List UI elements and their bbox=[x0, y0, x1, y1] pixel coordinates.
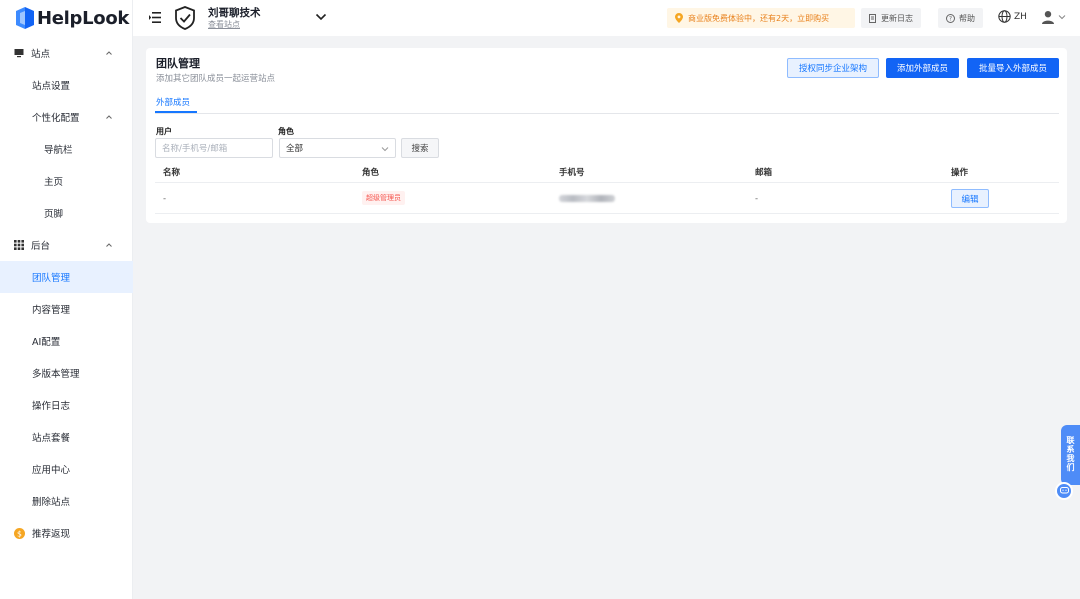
user-filter-label: 用户 bbox=[156, 127, 172, 136]
top-header: 刘哥聊技术 查看站点 商业版免费体验中，还有2天，立即购买 更新日志 ? 帮助 … bbox=[133, 0, 1080, 36]
tab-external-members[interactable]: 外部成员 bbox=[156, 96, 190, 108]
team-management-panel: 团队管理 添加其它团队成员一起运营站点 授权同步企业架构 添加外部成员 批量导入… bbox=[146, 48, 1067, 223]
sidebar-nav: 站点 站点设置 个性化配置 导航栏 主页 页脚 后台 团队管理 内容管理 AI配… bbox=[0, 37, 133, 549]
sidebar-item-delete-site[interactable]: 删除站点 bbox=[0, 485, 133, 517]
sidebar-item-personalize[interactable]: 个性化配置 bbox=[0, 101, 133, 133]
sidebar-item-homepage[interactable]: 主页 bbox=[0, 165, 133, 197]
page-subtitle: 添加其它团队成员一起运营站点 bbox=[156, 74, 276, 84]
help-icon: ? bbox=[946, 13, 955, 23]
cell-email: - bbox=[755, 194, 759, 204]
sidebar-group-label: 后台 bbox=[31, 241, 51, 252]
phone-redacted bbox=[559, 195, 615, 202]
edit-button[interactable]: 编辑 bbox=[951, 189, 989, 208]
role-select[interactable]: 全部 bbox=[279, 138, 396, 158]
promo-text: 商业版免费体验中，还有2天，立即购买 bbox=[688, 13, 830, 23]
tab-divider bbox=[155, 113, 1059, 114]
sidebar-item-label: 应用中心 bbox=[32, 465, 71, 476]
bulk-import-button[interactable]: 批量导入外部成员 bbox=[967, 58, 1059, 78]
globe-icon bbox=[998, 10, 1011, 23]
sidebar-item-logs[interactable]: 操作日志 bbox=[0, 389, 133, 421]
sidebar-group-admin[interactable]: 后台 bbox=[0, 229, 133, 261]
sidebar-item-plans[interactable]: 站点套餐 bbox=[0, 421, 133, 453]
sidebar-item-label: 站点设置 bbox=[32, 81, 71, 92]
sidebar-item-label: 多版本管理 bbox=[32, 369, 80, 380]
role-select-value: 全部 bbox=[286, 144, 304, 154]
document-icon bbox=[869, 13, 876, 23]
contact-us-widget[interactable]: 联系我们 bbox=[1061, 425, 1080, 485]
column-header-name: 名称 bbox=[163, 168, 181, 178]
sidebar-item-site-settings[interactable]: 站点设置 bbox=[0, 69, 133, 101]
sidebar-item-label: 站点套餐 bbox=[32, 433, 71, 444]
brand-name: HelpLook bbox=[37, 7, 130, 29]
search-button[interactable]: 搜索 bbox=[401, 138, 439, 158]
sidebar-item-label: 主页 bbox=[44, 177, 64, 188]
user-menu[interactable] bbox=[1041, 10, 1066, 24]
coin-icon: $ bbox=[14, 527, 25, 539]
column-header-actions: 操作 bbox=[951, 168, 969, 178]
role-badge: 超级管理员 bbox=[362, 191, 405, 205]
location-pin-icon bbox=[675, 13, 683, 23]
sidebar-item-label: 推荐返现 bbox=[32, 529, 71, 540]
chevron-down-icon bbox=[1058, 15, 1066, 20]
chat-bubble-icon[interactable] bbox=[1055, 482, 1073, 500]
sidebar-item-ai[interactable]: AI配置 bbox=[0, 325, 133, 357]
changelog-label: 更新日志 bbox=[881, 13, 913, 23]
sidebar-item-label: 页脚 bbox=[44, 209, 64, 220]
column-header-role: 角色 bbox=[362, 168, 380, 178]
site-name: 刘哥聊技术 bbox=[208, 7, 261, 19]
help-button[interactable]: ? 帮助 bbox=[938, 8, 983, 28]
sidebar-item-content[interactable]: 内容管理 bbox=[0, 293, 133, 325]
table-row: - 超级管理员 - 编辑 bbox=[155, 184, 1059, 214]
contact-us-label: 联系我们 bbox=[1066, 436, 1075, 472]
changelog-button[interactable]: 更新日志 bbox=[861, 8, 921, 28]
sidebar-item-referral[interactable]: $ 推荐返现 bbox=[0, 517, 133, 549]
chevron-up-icon bbox=[106, 115, 112, 119]
sidebar-item-label: 删除站点 bbox=[32, 497, 71, 508]
language-switcher[interactable]: ZH bbox=[998, 10, 1027, 23]
sidebar: HelpLook 站点 站点设置 个性化配置 导航栏 主页 页脚 后台 团队管理… bbox=[0, 0, 133, 599]
sync-org-button[interactable]: 授权同步企业架构 bbox=[787, 58, 879, 78]
svg-text:?: ? bbox=[949, 15, 952, 22]
chevron-up-icon bbox=[106, 51, 112, 55]
sidebar-item-versions[interactable]: 多版本管理 bbox=[0, 357, 133, 389]
menu-toggle-icon[interactable] bbox=[149, 12, 161, 23]
view-site-link[interactable]: 查看站点 bbox=[208, 19, 240, 30]
sidebar-item-label: 操作日志 bbox=[32, 401, 71, 412]
user-search-placeholder: 名称/手机号/邮箱 bbox=[162, 144, 228, 154]
sidebar-item-navbar[interactable]: 导航栏 bbox=[0, 133, 133, 165]
chevron-down-icon bbox=[381, 147, 389, 152]
grid-icon bbox=[14, 240, 24, 250]
chevron-up-icon bbox=[106, 243, 112, 247]
monitor-icon bbox=[14, 49, 24, 58]
column-header-email: 邮箱 bbox=[755, 168, 773, 178]
user-search-input[interactable]: 名称/手机号/邮箱 bbox=[155, 138, 273, 158]
shield-check-icon bbox=[175, 6, 195, 30]
sidebar-item-label: 个性化配置 bbox=[32, 113, 80, 124]
role-filter-label: 角色 bbox=[278, 127, 294, 136]
page-title: 团队管理 bbox=[156, 57, 200, 70]
sidebar-group-site[interactable]: 站点 bbox=[0, 37, 133, 69]
column-header-phone: 手机号 bbox=[559, 168, 585, 178]
promo-banner[interactable]: 商业版免费体验中，还有2天，立即购买 bbox=[667, 8, 855, 28]
sidebar-item-apps[interactable]: 应用中心 bbox=[0, 453, 133, 485]
table-header: 名称 角色 手机号 邮箱 操作 bbox=[155, 161, 1059, 183]
sidebar-item-label: AI配置 bbox=[32, 337, 61, 348]
language-label: ZH bbox=[1014, 11, 1027, 22]
brand-logo[interactable]: HelpLook bbox=[16, 6, 129, 30]
cell-name: - bbox=[163, 194, 167, 204]
add-external-member-button[interactable]: 添加外部成员 bbox=[886, 58, 959, 78]
sidebar-item-label: 内容管理 bbox=[32, 305, 71, 316]
chevron-down-icon[interactable] bbox=[315, 12, 327, 22]
sidebar-group-label: 站点 bbox=[31, 49, 51, 60]
svg-text:$: $ bbox=[17, 529, 22, 538]
help-label: 帮助 bbox=[959, 13, 975, 23]
helplook-logo-icon bbox=[16, 7, 34, 29]
sidebar-item-label: 团队管理 bbox=[32, 273, 71, 284]
user-avatar-icon bbox=[1042, 11, 1054, 24]
sidebar-item-footer[interactable]: 页脚 bbox=[0, 197, 133, 229]
sidebar-item-team[interactable]: 团队管理 bbox=[0, 261, 133, 293]
sidebar-item-label: 导航栏 bbox=[44, 145, 73, 156]
